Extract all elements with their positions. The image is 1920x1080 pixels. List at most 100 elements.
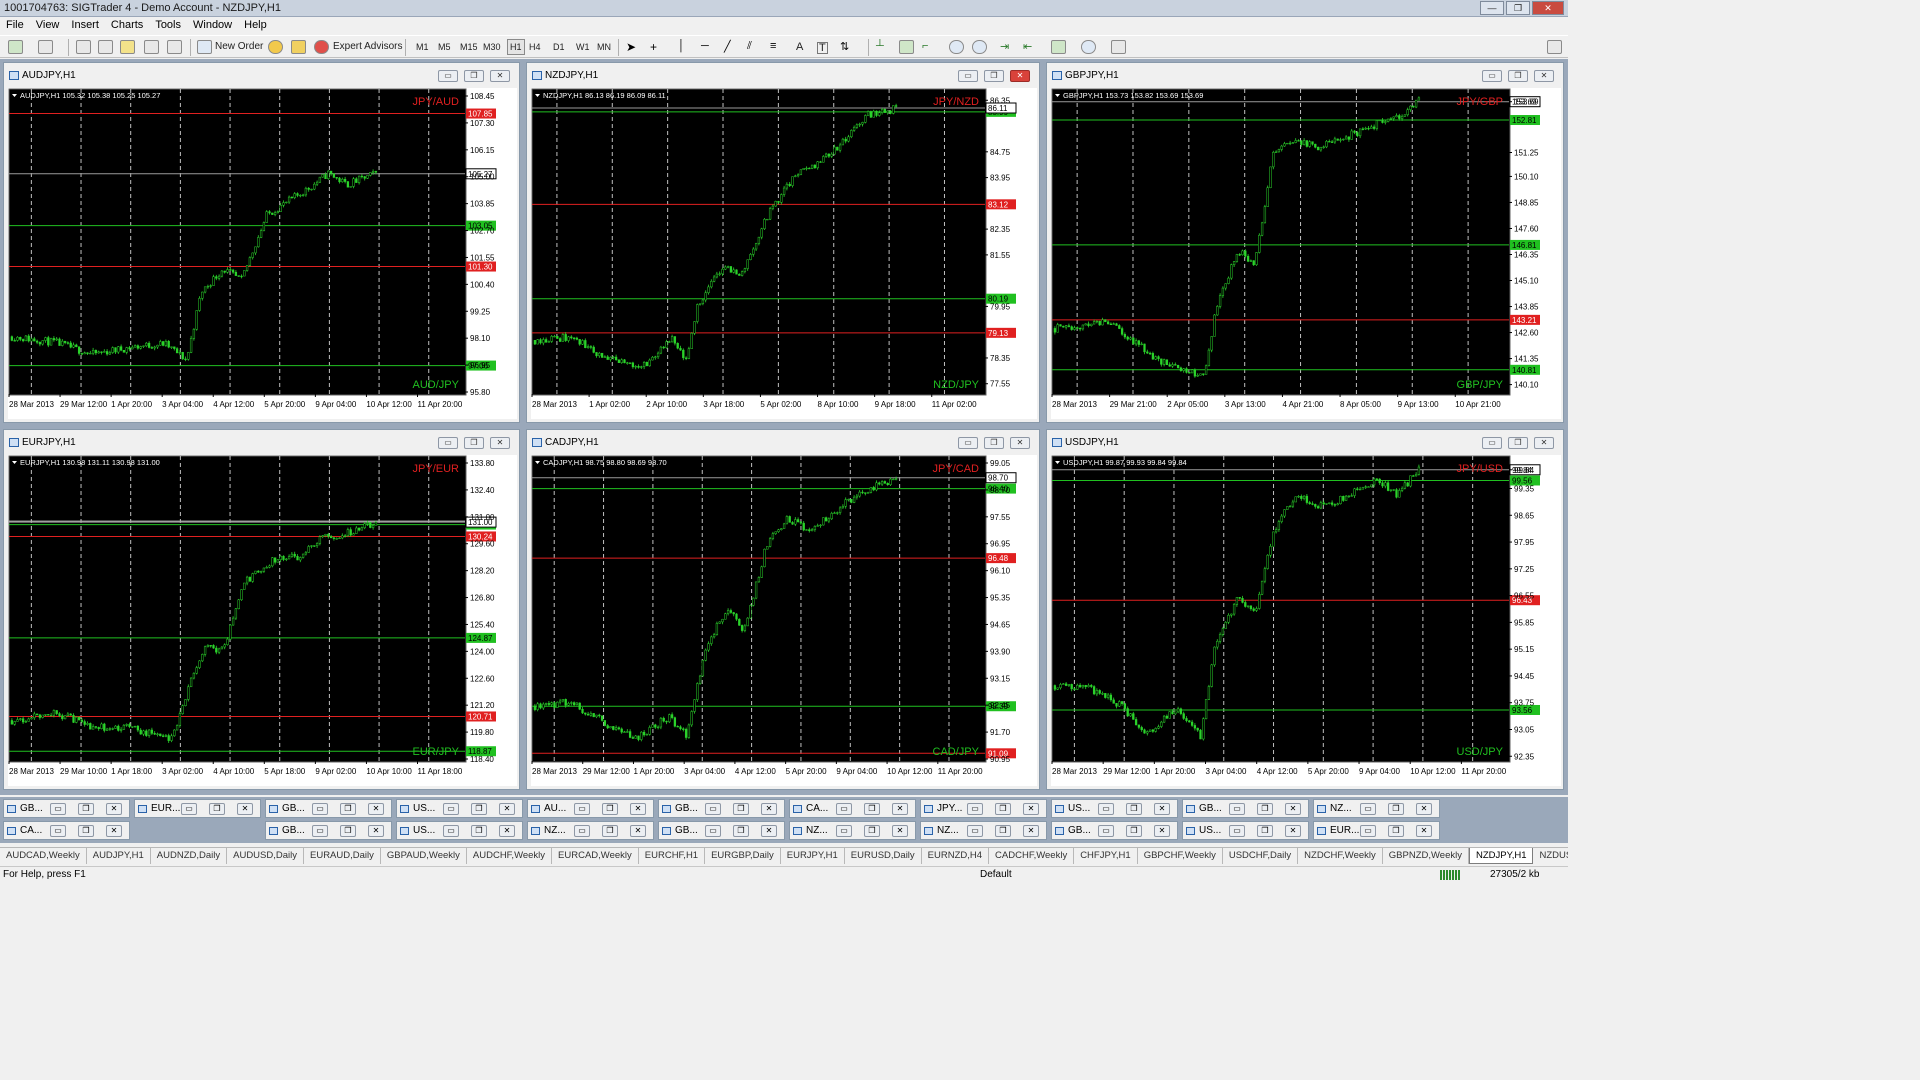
chart-close-button[interactable]: ✕ (490, 437, 510, 449)
maximize-button[interactable]: ❐ (471, 825, 487, 837)
price-chart[interactable]: 130.87130.24124.87120.71118.87131.00EURJ… (8, 455, 517, 786)
chart-window-audjpy[interactable]: AUDJPY,H1 ▭ ❐ ✕ 107.85 103.05 101.30 97.06 105.2… (3, 62, 520, 423)
maximize-button[interactable]: ❐ (78, 825, 94, 837)
restore-button[interactable]: ▭ (574, 803, 590, 815)
minimized-chart[interactable]: US... ▭ ❐ ✕ (1182, 821, 1309, 840)
menu-file[interactable]: File (0, 17, 30, 33)
price-chart[interactable]: 98.4096.4892.3991.0998.70CADJPY,H1 98.75… (531, 455, 1037, 786)
minimized-chart[interactable]: GB... ▭ ❐ ✕ (3, 799, 130, 818)
close-button[interactable]: ✕ (892, 803, 908, 815)
crosshair-icon[interactable]: + (650, 40, 665, 54)
minimized-chart[interactable]: AU... ▭ ❐ ✕ (527, 799, 654, 818)
menu-insert[interactable]: Insert (65, 17, 105, 33)
strategy-tester-icon[interactable] (167, 40, 182, 54)
maximize-button[interactable]: ❐ (733, 825, 749, 837)
chart-minimize-button[interactable]: ▭ (1482, 70, 1502, 82)
price-chart[interactable]: 99.5696.4393.5699.84USDJPY,H1 99.87 99.9… (1051, 455, 1561, 786)
trendline-icon[interactable]: ╱ (724, 40, 739, 54)
text-label-tool[interactable]: T (817, 42, 828, 54)
chart-tab[interactable]: AUDJPY,H1 (87, 848, 151, 864)
close-button[interactable]: ✕ (1532, 1, 1564, 15)
arrows-icon[interactable]: ⇅ (840, 40, 855, 54)
minimized-chart[interactable]: NZ... ▭ ❐ ✕ (920, 821, 1047, 840)
chart-maximize-button[interactable]: ❐ (1508, 70, 1528, 82)
restore-button[interactable]: ▭ (50, 825, 66, 837)
restore-button[interactable]: ▭ (705, 825, 721, 837)
chart-maximize-button[interactable]: ❐ (464, 70, 484, 82)
maximize-button[interactable]: ❐ (471, 803, 487, 815)
chart-tab[interactable]: AUDCHF,Weekly (467, 848, 553, 864)
close-button[interactable]: ✕ (237, 803, 253, 815)
close-button[interactable]: ✕ (1154, 825, 1170, 837)
close-button[interactable]: ✕ (1154, 803, 1170, 815)
chart-tab[interactable]: GBPAUD,Weekly (381, 848, 467, 864)
chart-close-button[interactable]: ✕ (1534, 70, 1554, 82)
horizontal-line-icon[interactable]: ─ (701, 40, 716, 54)
chart-maximize-button[interactable]: ❐ (984, 70, 1004, 82)
maximize-button[interactable]: ❐ (1506, 1, 1530, 15)
chart-tab[interactable]: AUDNZD,Daily (151, 848, 228, 864)
autotrading-icon[interactable] (291, 40, 306, 54)
timeframe-h1[interactable]: H1 (507, 39, 525, 55)
restore-button[interactable]: ▭ (443, 825, 459, 837)
maximize-button[interactable]: ❐ (340, 803, 356, 815)
minimized-chart[interactable]: CA... ▭ ❐ ✕ (3, 821, 130, 840)
timeframe-h4[interactable]: H4 (529, 39, 541, 55)
restore-button[interactable]: ▭ (1098, 803, 1114, 815)
minimized-chart[interactable]: US... ▭ ❐ ✕ (396, 799, 523, 818)
close-button[interactable]: ✕ (368, 825, 384, 837)
chart-tab[interactable]: AUDUSD,Daily (227, 848, 304, 864)
minimized-chart[interactable]: NZ... ▭ ❐ ✕ (789, 821, 916, 840)
restore-button[interactable]: ▭ (1098, 825, 1114, 837)
timeframe-m30[interactable]: M30 (483, 39, 501, 55)
restore-button[interactable]: ▭ (1229, 803, 1245, 815)
chart-close-button[interactable]: ✕ (1534, 437, 1554, 449)
line-chart-icon[interactable]: ⌐ (922, 40, 937, 54)
restore-button[interactable]: ▭ (50, 803, 66, 815)
maximize-button[interactable]: ❐ (602, 825, 618, 837)
close-button[interactable]: ✕ (1285, 803, 1301, 815)
maximize-button[interactable]: ❐ (733, 803, 749, 815)
chart-maximize-button[interactable]: ❐ (984, 437, 1004, 449)
chart-tab[interactable]: NZDJPY,H1 (1468, 848, 1534, 864)
terminal-icon[interactable] (144, 40, 159, 54)
close-button[interactable]: ✕ (1416, 803, 1432, 815)
restore-button[interactable]: ▭ (443, 803, 459, 815)
minimized-chart[interactable]: GB... ▭ ❐ ✕ (265, 799, 392, 818)
menu-view[interactable]: View (30, 17, 66, 33)
restore-button[interactable]: ▭ (836, 803, 852, 815)
minimized-chart[interactable]: NZ... ▭ ❐ ✕ (527, 821, 654, 840)
channel-icon[interactable]: ⫽ (747, 40, 762, 54)
toolbar-options-icon[interactable] (1547, 40, 1562, 54)
maximize-button[interactable]: ❐ (78, 803, 94, 815)
maximize-button[interactable]: ❐ (995, 803, 1011, 815)
metaeditor-icon[interactable] (268, 40, 283, 54)
profiles-icon[interactable] (38, 40, 53, 54)
close-button[interactable]: ✕ (499, 825, 515, 837)
chart-maximize-button[interactable]: ❐ (1508, 437, 1528, 449)
maximize-button[interactable]: ❐ (1126, 825, 1142, 837)
chart-close-button[interactable]: ✕ (1010, 437, 1030, 449)
chart-tab[interactable]: EURCHF,H1 (639, 848, 706, 864)
restore-button[interactable]: ▭ (574, 825, 590, 837)
minimized-chart[interactable]: GB... ▭ ❐ ✕ (265, 821, 392, 840)
minimized-chart[interactable]: NZ... ▭ ❐ ✕ (1313, 799, 1440, 818)
chart-minimize-button[interactable]: ▭ (438, 437, 458, 449)
minimized-chart[interactable]: EUR... ▭ ❐ ✕ (134, 799, 261, 818)
maximize-button[interactable]: ❐ (864, 825, 880, 837)
maximize-button[interactable]: ❐ (209, 803, 225, 815)
timeframe-m15[interactable]: M15 (460, 39, 478, 55)
chart-close-button[interactable]: ✕ (1010, 70, 1030, 82)
maximize-button[interactable]: ❐ (995, 825, 1011, 837)
minimize-button[interactable]: — (1480, 1, 1504, 15)
data-window-icon[interactable] (98, 40, 113, 54)
chart-tab[interactable]: EURNZD,H4 (922, 848, 990, 864)
chart-tab[interactable]: EURAUD,Daily (304, 848, 381, 864)
maximize-button[interactable]: ❐ (864, 803, 880, 815)
chart-close-button[interactable]: ✕ (490, 70, 510, 82)
chart-minimize-button[interactable]: ▭ (1482, 437, 1502, 449)
restore-button[interactable]: ▭ (836, 825, 852, 837)
timeframe-d1[interactable]: D1 (553, 39, 565, 55)
chart-tab[interactable]: GBPCHF,Weekly (1138, 848, 1223, 864)
chart-tab[interactable]: NZDUSD,D (1533, 848, 1568, 864)
